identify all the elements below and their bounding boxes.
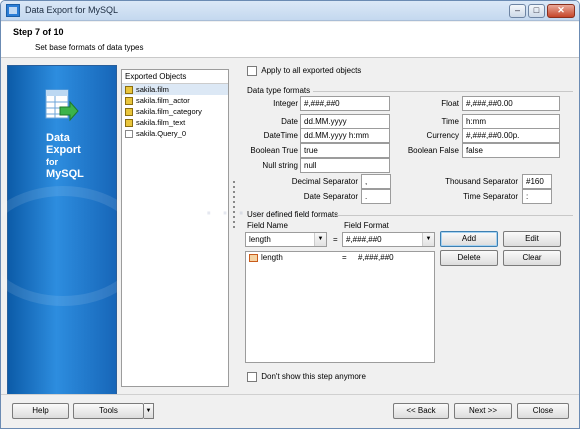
datetime-label: DateTime xyxy=(263,131,298,140)
apply-all-checkbox[interactable] xyxy=(247,66,257,76)
apply-all-label: Apply to all exported objects xyxy=(261,66,362,76)
field-name-label: Field Name xyxy=(247,221,288,230)
date-separator-input[interactable]: . xyxy=(361,189,391,204)
null-string-input[interactable]: null xyxy=(300,158,390,173)
step-title: Step 7 of 10 xyxy=(13,27,64,37)
export-logo-icon xyxy=(45,89,79,122)
wizard-footer: Help Tools ▼ << Back Next >> Close xyxy=(1,394,579,428)
tree-item[interactable]: sakila.film_actor xyxy=(122,95,228,106)
close-button[interactable]: Close xyxy=(517,403,569,419)
field-name-select[interactable]: length ▼ xyxy=(245,232,327,247)
date-separator-label: Date Separator xyxy=(303,192,358,201)
tree-item[interactable]: sakila.film_text xyxy=(122,117,228,128)
table-icon xyxy=(125,96,133,105)
step-subtitle: Set base formats of data types xyxy=(35,43,144,52)
field-format-value: #,###,##0 xyxy=(346,235,382,244)
tree-item[interactable]: sakila.film_category xyxy=(122,106,228,117)
wizard-header: Step 7 of 10 Set base formats of data ty… xyxy=(1,22,579,58)
time-separator-input[interactable]: : xyxy=(522,189,552,204)
data-type-formats-title: Data type formats xyxy=(247,86,311,95)
product-line-2: Export xyxy=(46,144,81,156)
field-format-icon xyxy=(249,254,258,262)
currency-label: Currency xyxy=(426,131,459,140)
minimize-button[interactable]: – xyxy=(509,4,526,18)
thousand-separator-label: Thousand Separator xyxy=(445,177,518,186)
next-button[interactable]: Next >> xyxy=(454,403,512,419)
boolean-false-input[interactable]: false xyxy=(462,143,560,158)
chevron-down-icon[interactable]: ▼ xyxy=(314,233,326,246)
branding-panel: Data Export for MySQL xyxy=(1,65,148,395)
tree-item-label: sakila.film_category xyxy=(136,107,202,116)
time-separator-label: Time Separator xyxy=(463,192,518,201)
null-string-label: Null string xyxy=(262,161,298,170)
boolean-false-label: Boolean False xyxy=(407,146,459,155)
maximize-button[interactable]: □ xyxy=(528,4,545,18)
app-icon xyxy=(6,4,20,17)
field-format-label: Field Format xyxy=(344,221,389,230)
close-window-button[interactable]: ✕ xyxy=(547,4,575,18)
product-line-1: Data xyxy=(46,132,70,144)
user-formats-list[interactable]: length = #,###,##0 xyxy=(245,251,435,363)
dont-show-checkbox[interactable] xyxy=(247,372,257,382)
decimal-separator-input[interactable]: , xyxy=(361,174,391,189)
dont-show-row: Don't show this step anymore xyxy=(247,372,366,382)
add-button[interactable]: Add xyxy=(440,231,498,247)
tools-dropdown-arrow-icon[interactable]: ▼ xyxy=(144,403,154,419)
tree-item-label: sakila.film_text xyxy=(136,118,186,127)
float-label: Float xyxy=(441,99,459,108)
clear-button[interactable]: Clear xyxy=(503,250,561,266)
export-wizard-window: Data Export for MySQL – □ ✕ Step 7 of 10… xyxy=(0,0,580,429)
currency-format-input[interactable]: #,###,##0.00p. xyxy=(462,128,560,143)
edit-button[interactable]: Edit xyxy=(503,231,561,247)
list-item-field-name: length xyxy=(261,253,283,262)
product-line-3: for xyxy=(46,157,58,167)
product-name: Data Export for MySQL xyxy=(46,132,84,180)
title-bar[interactable]: Data Export for MySQL – □ ✕ xyxy=(1,1,579,21)
tree-item[interactable]: sakila.film xyxy=(122,84,228,95)
integer-label: Integer xyxy=(273,99,298,108)
dont-show-label: Don't show this step anymore xyxy=(261,372,366,382)
tools-button[interactable]: Tools xyxy=(73,403,144,419)
table-icon xyxy=(125,118,133,127)
field-name-value: length xyxy=(249,235,271,244)
product-line-4: MySQL xyxy=(46,168,84,180)
field-format-select[interactable]: #,###,##0 ▼ xyxy=(342,232,435,247)
list-item-format: #,###,##0 xyxy=(358,253,394,262)
date-label: Date xyxy=(281,117,298,126)
back-button[interactable]: << Back xyxy=(393,403,449,419)
tree-header: Exported Objects xyxy=(122,70,228,84)
time-format-input[interactable]: h:mm xyxy=(462,114,560,129)
chevron-down-icon[interactable]: ▼ xyxy=(422,233,434,246)
group-divider xyxy=(335,215,573,216)
date-format-input[interactable]: dd.MM.yyyy xyxy=(300,114,390,129)
group-divider xyxy=(313,91,573,92)
float-format-input[interactable]: #,###,##0.00 xyxy=(462,96,560,111)
time-label: Time xyxy=(441,117,459,126)
thousand-separator-input[interactable]: #160 xyxy=(522,174,552,189)
tree-item-label: sakila.film_actor xyxy=(136,96,190,105)
query-icon xyxy=(125,129,133,138)
table-icon xyxy=(125,107,133,116)
table-icon xyxy=(125,85,133,94)
boolean-true-input[interactable]: true xyxy=(300,143,390,158)
datetime-format-input[interactable]: dd.MM.yyyy h:mm xyxy=(300,128,390,143)
boolean-true-label: Boolean True xyxy=(250,146,298,155)
user-formats-title: User defined field formats xyxy=(247,210,339,219)
equals-sign: = xyxy=(333,235,338,244)
tree-item[interactable]: sakila.Query_0 xyxy=(122,128,228,139)
decimal-separator-label: Decimal Separator xyxy=(291,177,358,186)
list-item[interactable]: length = #,###,##0 xyxy=(246,252,434,264)
list-item-equals: = xyxy=(342,253,347,262)
apply-all-row: Apply to all exported objects xyxy=(247,66,361,76)
help-button[interactable]: Help xyxy=(12,403,69,419)
delete-button[interactable]: Delete xyxy=(440,250,498,266)
tree-item-label: sakila.film xyxy=(136,85,169,94)
window-title: Data Export for MySQL xyxy=(25,5,119,15)
tree-item-label: sakila.Query_0 xyxy=(136,129,187,138)
integer-format-input[interactable]: #,###,##0 xyxy=(300,96,390,111)
